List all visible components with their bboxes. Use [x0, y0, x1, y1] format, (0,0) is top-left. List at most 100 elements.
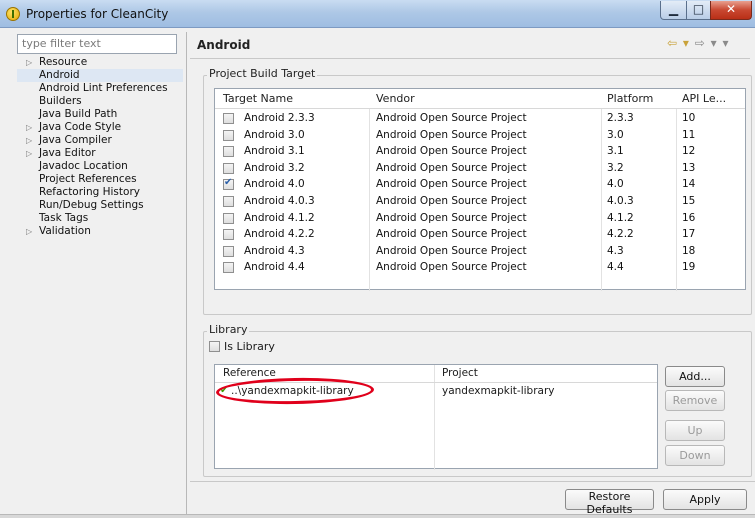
vendor-cell: Android Open Source Project [376, 211, 527, 224]
target-checkbox[interactable] [223, 113, 234, 124]
vendor-cell: Android Open Source Project [376, 161, 527, 174]
api-level-cell: 19 [682, 261, 696, 274]
platform-cell: 3.1 [607, 145, 624, 158]
minimize-icon: ▁ [668, 2, 679, 16]
filter-input[interactable]: type filter text [17, 34, 177, 54]
target-name-cell: Android 4.4 [244, 261, 305, 274]
target-checkbox[interactable] [223, 212, 234, 224]
api-level-cell: 16 [682, 211, 696, 224]
api-level-cell: 10 [682, 112, 696, 124]
down-button[interactable]: Down [665, 445, 725, 466]
tree-item-label: Java Code Style [39, 121, 122, 133]
table-row[interactable]: Android 4.0 Android Open Source Project 4.… [215, 176, 745, 193]
table-row[interactable]: Android 3.2 Android Open Source Project 3.… [215, 160, 745, 177]
column-header-platform[interactable]: Platform [607, 92, 653, 105]
tree-item-validation[interactable]: ▷ Validation [17, 225, 183, 238]
target-checkbox[interactable] [223, 196, 234, 207]
column-header-project[interactable]: Project [442, 367, 478, 379]
tree-item-project-references[interactable]: Project References [17, 173, 183, 186]
expand-arrow-icon[interactable]: ▷ [26, 225, 32, 238]
table-row[interactable]: Android 4.4 Android Open Source Project 4.… [215, 259, 745, 276]
tree-item-java-editor[interactable]: ▷ Java Editor [17, 147, 183, 160]
table-header: Target Name Vendor Platform API Le... [215, 89, 745, 109]
tree-item-resource[interactable]: ▷ Resource [17, 56, 183, 69]
add-button[interactable]: Add... [665, 366, 725, 387]
target-name-cell: Android 2.3.3 [244, 112, 315, 124]
restore-defaults-button[interactable]: Restore Defaults [565, 489, 654, 516]
page-title: Android [197, 38, 251, 52]
expand-arrow-icon[interactable]: ▷ [26, 134, 32, 147]
platform-cell: 4.0.3 [607, 195, 634, 207]
column-header-target-name[interactable]: Target Name [223, 92, 293, 105]
vendor-cell: Android Open Source Project [376, 145, 527, 158]
vendor-cell: Android Open Source Project [376, 195, 527, 207]
tree-item-javadoc-location[interactable]: Javadoc Location [17, 160, 183, 173]
table-row[interactable]: Android 3.1 Android Open Source Project 3.… [215, 143, 745, 160]
tree-item-java-compiler[interactable]: ▷ Java Compiler [17, 134, 183, 147]
back-arrow-icon[interactable]: ⇦ ▾ [667, 36, 690, 50]
target-name-cell: Android 4.0.3 [244, 195, 315, 207]
table-row[interactable]: Android 4.0.3 Android Open Source Project… [215, 193, 745, 210]
target-name-cell: Android 4.1.2 [244, 211, 315, 224]
target-checkbox[interactable] [223, 129, 234, 141]
api-level-cell: 15 [682, 195, 696, 207]
target-checkbox[interactable] [223, 177, 234, 191]
expand-arrow-icon[interactable]: ▷ [26, 56, 32, 69]
vendor-cell: Android Open Source Project [376, 178, 527, 191]
target-name-cell: Android 3.2 [244, 161, 305, 174]
build-target-table[interactable]: Target Name Vendor Platform API Le... An… [214, 88, 746, 291]
library-group-label: Library [207, 323, 250, 336]
tree-item-android[interactable]: Android [17, 69, 183, 82]
tree-item-android-lint-preferences[interactable]: Android Lint Preferences [17, 82, 183, 95]
target-checkbox[interactable] [223, 262, 234, 274]
tree-item-label: Android Lint Preferences [39, 82, 168, 94]
table-row[interactable]: Android 4.3 Android Open Source Project 4.… [215, 243, 745, 260]
tree-item-java-code-style[interactable]: ▷ Java Code Style [17, 121, 183, 134]
tree-item-label: Java Compiler [39, 134, 112, 146]
target-name-cell: Android 4.3 [244, 244, 305, 257]
table-row[interactable]: Android 3.0 Android Open Source Project 3.… [215, 127, 745, 144]
table-row[interactable]: Android 2.3.3 Android Open Source Project… [215, 110, 745, 127]
target-checkbox[interactable] [223, 146, 234, 158]
expand-arrow-icon[interactable]: ▷ [26, 121, 32, 134]
header-divider [190, 58, 750, 59]
title-bar[interactable]: Properties for CleanCity ▁ □ ✕ [0, 0, 755, 28]
target-checkbox[interactable] [223, 162, 234, 174]
minimize-button[interactable]: ▁ [660, 1, 687, 20]
target-checkbox[interactable] [223, 245, 234, 257]
history-navigation: ⇦ ▾ ⇨ ▾ ▾ [667, 36, 729, 50]
expand-arrow-icon[interactable]: ▷ [26, 147, 32, 160]
tree-item-label: Java Editor [39, 147, 96, 159]
is-library-checkbox[interactable] [209, 341, 220, 352]
forward-arrow-icon[interactable]: ⇨ ▾ ▾ [695, 36, 730, 50]
table-row[interactable]: Android 4.1.2 Android Open Source Project… [215, 210, 745, 227]
target-checkbox[interactable] [223, 229, 234, 241]
tree-item-builders[interactable]: Builders [17, 95, 183, 108]
vendor-cell: Android Open Source Project [376, 244, 527, 257]
remove-button[interactable]: Remove [665, 390, 725, 411]
target-name-cell: Android 3.1 [244, 145, 305, 158]
up-button[interactable]: Up [665, 420, 725, 441]
vendor-cell: Android Open Source Project [376, 261, 527, 274]
tree-item-refactoring-history[interactable]: Refactoring History [17, 186, 183, 199]
build-target-group-label: Project Build Target [207, 67, 318, 80]
eclipse-app-icon [6, 7, 20, 21]
tree-item-label: Builders [39, 95, 82, 107]
project-cell: yandexmapkit-library [442, 385, 555, 397]
tree-item-java-build-path[interactable]: Java Build Path [17, 108, 183, 121]
tree-item-label: Android [39, 69, 80, 81]
maximize-button[interactable]: □ [686, 1, 711, 20]
property-page-tree: ▷ Resource Android Android Lint Preferences… [17, 56, 183, 238]
table-row[interactable]: Android 4.2.2 Android Open Source Project… [215, 226, 745, 243]
column-header-api-level[interactable]: API Le... [682, 92, 726, 105]
platform-cell: 3.2 [607, 161, 624, 174]
panel-splitter[interactable] [186, 32, 187, 518]
column-header-vendor[interactable]: Vendor [376, 92, 415, 105]
tree-item-label: Project References [39, 173, 137, 185]
tree-item-task-tags[interactable]: Task Tags [17, 212, 183, 225]
target-name-cell: Android 4.2.2 [244, 228, 315, 241]
tree-item-run-debug-settings[interactable]: Run/Debug Settings [17, 199, 183, 212]
column-header-reference[interactable]: Reference [223, 367, 276, 379]
apply-button[interactable]: Apply [663, 489, 747, 510]
close-button[interactable]: ✕ [710, 1, 752, 20]
